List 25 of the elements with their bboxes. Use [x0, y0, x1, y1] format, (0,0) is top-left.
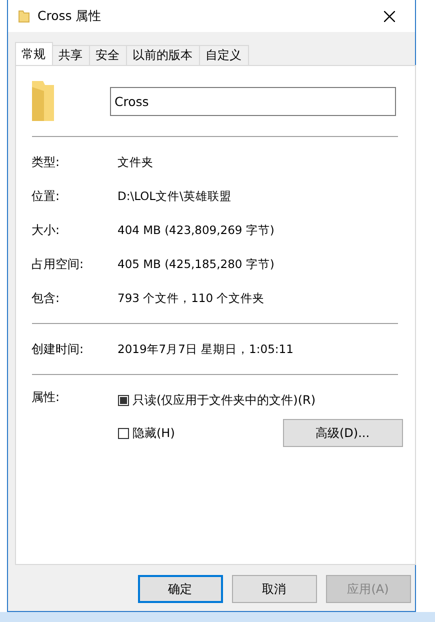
field-label: 属性:	[32, 389, 61, 406]
field-value: 405 MB (425,185,280 字节)	[118, 256, 274, 272]
advanced-button[interactable]: 高级(D)...	[282, 419, 402, 447]
field-label: 位置:	[32, 188, 61, 204]
field-value: 793 个文件，110 个文件夹	[118, 290, 265, 306]
field-value: 文件夹	[118, 154, 154, 170]
folder-icon	[32, 81, 54, 121]
field-value: 2019年7月7日 星期日，1:05:11	[118, 342, 294, 356]
checkbox[interactable]: 隐藏(H)	[118, 422, 175, 444]
field-label: 包含:	[32, 290, 61, 306]
close-icon	[384, 10, 395, 22]
dialog-button[interactable]: 确定	[138, 575, 222, 603]
tab[interactable]: 自定义	[198, 45, 248, 65]
dialog-button[interactable]: 取消	[232, 575, 316, 603]
name-field[interactable]: Cross	[110, 86, 396, 116]
checkbox[interactable]: 只读(仅应用于文件夹中的文件)(R)	[118, 389, 402, 411]
field-value: 404 MB (423,809,269 字节)	[118, 222, 274, 238]
field-label: 创建时间:	[32, 340, 85, 358]
field-label: 占用空间:	[32, 256, 85, 272]
field-value: D:\LOL文件\英雄联盟	[118, 188, 232, 204]
tab[interactable]: 常规	[14, 42, 52, 65]
folder-icon	[18, 9, 30, 23]
window-title: Cross 属性	[38, 8, 103, 24]
field-label: 类型:	[32, 154, 61, 170]
field-label: 大小:	[32, 222, 61, 238]
